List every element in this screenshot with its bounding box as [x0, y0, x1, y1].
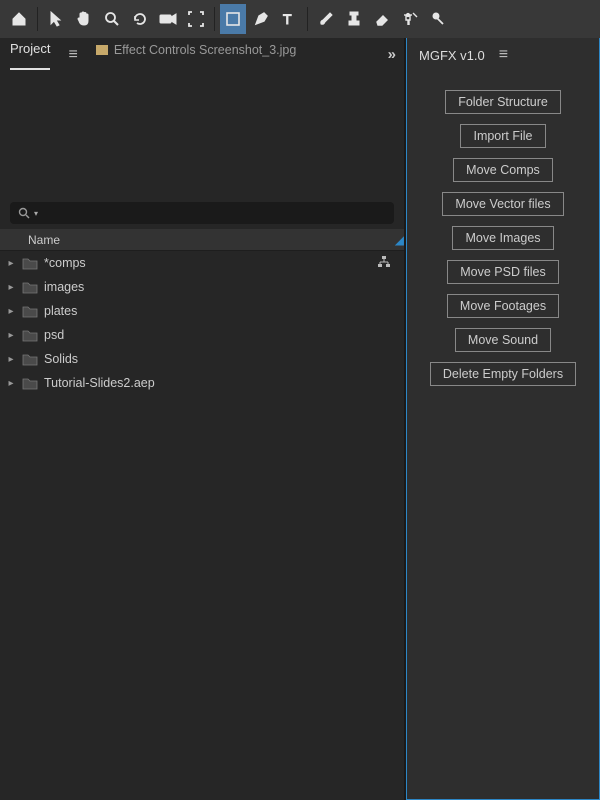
- column-header-name[interactable]: Name ◢: [0, 229, 404, 251]
- brush-tool-icon[interactable]: [313, 4, 339, 34]
- project-item[interactable]: ▸ Tutorial-Slides2.aep: [0, 371, 404, 395]
- item-label: Tutorial-Slides2.aep: [44, 376, 155, 390]
- expand-caret-icon[interactable]: ▸: [6, 354, 16, 365]
- item-label: Solids: [44, 352, 78, 366]
- flowchart-icon[interactable]: [378, 256, 390, 271]
- selection-tool-icon[interactable]: [43, 4, 69, 34]
- project-item[interactable]: ▸ psd: [0, 323, 404, 347]
- tab-effect-controls[interactable]: Effect Controls Screenshot_3.jpg: [96, 43, 297, 67]
- top-toolbar: T: [0, 0, 600, 38]
- home-icon[interactable]: [6, 4, 32, 34]
- toolbar-separator: [214, 7, 215, 31]
- item-label: plates: [44, 304, 77, 318]
- folder-icon: [22, 257, 38, 270]
- effect-controls-label: Effect Controls Screenshot_3.jpg: [114, 43, 297, 57]
- roto-brush-tool-icon[interactable]: [397, 4, 423, 34]
- mgfx-action-button[interactable]: Move Comps: [453, 158, 553, 182]
- rectangle-tool-icon[interactable]: [220, 4, 246, 34]
- mgfx-action-button[interactable]: Move Images: [452, 226, 553, 250]
- expand-caret-icon[interactable]: ▸: [6, 282, 16, 293]
- folder-icon: [22, 281, 38, 294]
- folder-icon: [22, 305, 38, 318]
- mgfx-action-button[interactable]: Move Sound: [455, 328, 551, 352]
- mgfx-panel: MGFX v1.0 ≡ Folder Structure Import File M…: [406, 38, 600, 800]
- camera-tool-icon[interactable]: [155, 4, 181, 34]
- mgfx-action-button[interactable]: Import File: [460, 124, 545, 148]
- column-corner-icon: ◢: [395, 233, 404, 247]
- expand-caret-icon[interactable]: ▸: [6, 378, 16, 389]
- item-label: images: [44, 280, 84, 294]
- mgfx-title[interactable]: MGFX v1.0: [419, 48, 485, 63]
- project-item[interactable]: ▸ plates: [0, 299, 404, 323]
- project-item[interactable]: ▸ images: [0, 275, 404, 299]
- preview-area: [0, 72, 404, 197]
- panel-menu-icon[interactable]: ≡: [499, 46, 508, 64]
- mgfx-action-button[interactable]: Move PSD files: [447, 260, 558, 284]
- zoom-tool-icon[interactable]: [99, 4, 125, 34]
- eraser-tool-icon[interactable]: [369, 4, 395, 34]
- expand-caret-icon[interactable]: ▸: [6, 258, 16, 269]
- text-tool-icon[interactable]: T: [276, 4, 302, 34]
- folder-icon: [22, 377, 38, 390]
- expand-caret-icon[interactable]: ▸: [6, 306, 16, 317]
- puppet-pin-tool-icon[interactable]: [425, 4, 451, 34]
- toolbar-separator: [37, 7, 38, 31]
- folder-icon: [96, 45, 108, 55]
- column-header-label: Name: [28, 233, 60, 247]
- folder-icon: [22, 353, 38, 366]
- clone-stamp-tool-icon[interactable]: [341, 4, 367, 34]
- svg-text:T: T: [283, 12, 292, 26]
- mgfx-action-button[interactable]: Move Vector files: [442, 192, 563, 216]
- project-panel: Project ≡ Effect Controls Screenshot_3.j…: [0, 38, 404, 800]
- expand-caret-icon[interactable]: ▸: [6, 330, 16, 341]
- item-label: psd: [44, 328, 64, 342]
- hand-tool-icon[interactable]: [71, 4, 97, 34]
- panel-menu-icon[interactable]: ≡: [68, 46, 77, 64]
- search-input[interactable]: ▾: [10, 202, 394, 224]
- tab-project[interactable]: Project: [10, 41, 50, 70]
- mgfx-button-list: Folder Structure Import File Move Comps Mov…: [407, 72, 599, 404]
- item-label: *comps: [44, 256, 86, 270]
- folder-icon: [22, 329, 38, 342]
- mgfx-action-button[interactable]: Delete Empty Folders: [430, 362, 576, 386]
- region-of-interest-icon[interactable]: [183, 4, 209, 34]
- overflow-icon[interactable]: »: [388, 46, 396, 63]
- project-file-list: ▸ *comps ▸ images ▸ plates ▸ psd ▸ Solid…: [0, 251, 404, 800]
- pen-tool-icon[interactable]: [248, 4, 274, 34]
- rotate-tool-icon[interactable]: [127, 4, 153, 34]
- toolbar-separator: [307, 7, 308, 31]
- mgfx-action-button[interactable]: Move Footages: [447, 294, 559, 318]
- project-item[interactable]: ▸ *comps: [0, 251, 404, 275]
- mgfx-action-button[interactable]: Folder Structure: [445, 90, 561, 114]
- project-item[interactable]: ▸ Solids: [0, 347, 404, 371]
- search-dropdown-icon[interactable]: ▾: [34, 209, 38, 218]
